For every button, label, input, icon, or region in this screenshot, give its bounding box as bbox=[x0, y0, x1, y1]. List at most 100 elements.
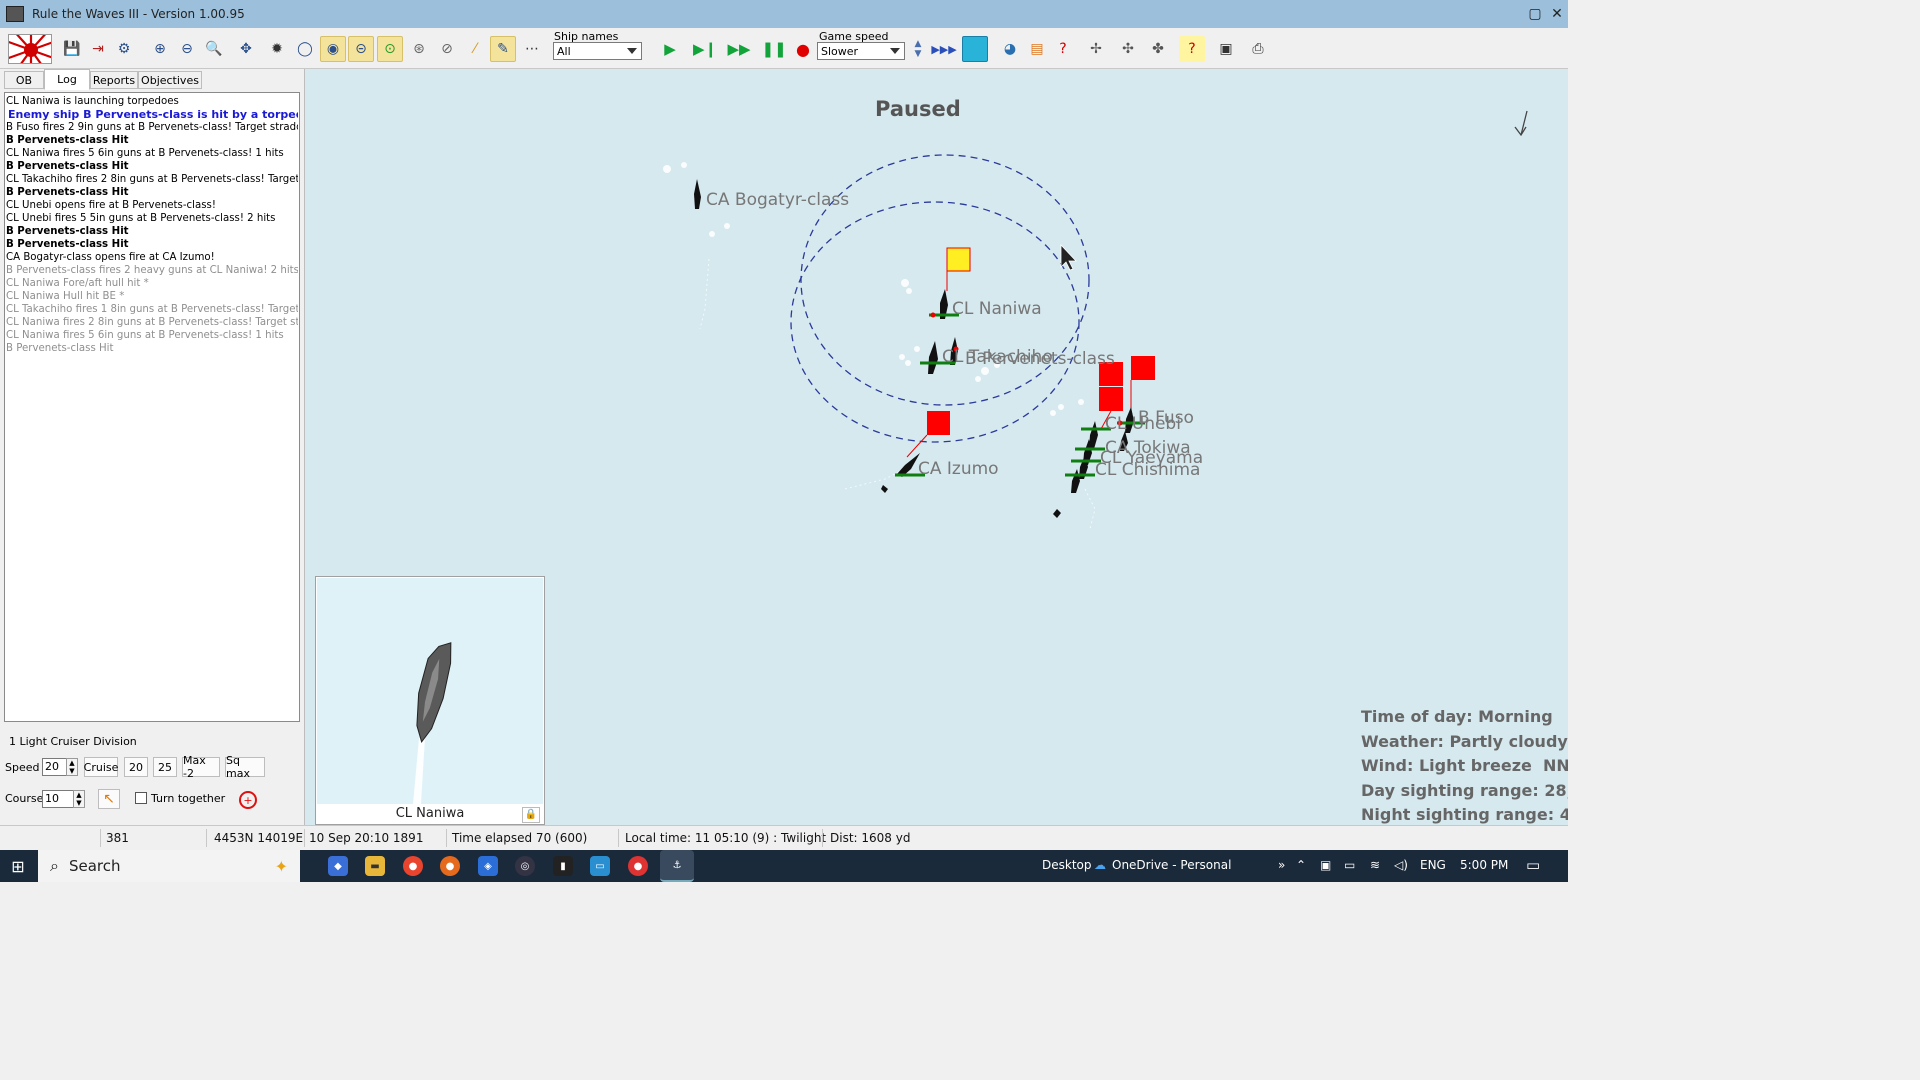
zoom-in-icon[interactable]: ⊕ bbox=[147, 36, 173, 62]
wifi-icon[interactable]: ≋ bbox=[1370, 858, 1380, 872]
turn-together-checkbox[interactable] bbox=[135, 792, 147, 804]
ship-bogatyr[interactable] bbox=[694, 179, 701, 209]
log-entry: CL Unebi fires 5 5in guns at B Pervenets… bbox=[6, 213, 276, 224]
log-entry: B Pervenets-class Hit bbox=[6, 226, 129, 237]
onedrive-icon[interactable]: ☁ bbox=[1094, 858, 1106, 872]
firefox-icon[interactable]: ● bbox=[440, 856, 460, 876]
scatter-icon[interactable]: ✤ bbox=[1145, 36, 1171, 62]
ship-label[interactable]: CL Chishima bbox=[1095, 460, 1200, 480]
play-step-icon[interactable]: ▶❙ bbox=[692, 36, 718, 62]
tab-reports[interactable]: Reports bbox=[90, 71, 138, 89]
ship-label[interactable]: CA Bogatyr-class bbox=[706, 190, 849, 210]
toolbar: 💾 ⇥ ⚙ ⊕ ⊖ 🔍 ✥ ✹ ◯ ◉ ⊝ ⊙ ⊛ ⊘ ⁄ ✎ ⋯ Ship n… bbox=[0, 28, 1568, 69]
file-explorer-icon[interactable]: ▬ bbox=[365, 856, 385, 876]
map-mode-icon[interactable] bbox=[962, 36, 988, 62]
log-entry: B Pervenets-class Hit bbox=[6, 343, 114, 354]
rule-the-waves-taskbar-icon[interactable]: ⚓ bbox=[660, 850, 694, 882]
camera-icon[interactable]: ▣ bbox=[1213, 36, 1239, 62]
tab-log[interactable]: Log bbox=[44, 69, 90, 90]
windows-start-icon[interactable]: ⊞ bbox=[8, 856, 28, 876]
speed-field[interactable]: 20 bbox=[42, 758, 68, 776]
formation-icon[interactable]: ✢ bbox=[1083, 36, 1109, 62]
help-icon[interactable]: ? bbox=[1179, 36, 1205, 62]
line-tool-icon[interactable]: ⁄ bbox=[462, 36, 488, 62]
clock[interactable]: 5:00 PM bbox=[1460, 858, 1508, 872]
torpedo-range-icon[interactable]: ⊝ bbox=[348, 36, 374, 62]
course-field[interactable]: 10 bbox=[42, 790, 74, 808]
course-stepper[interactable]: ▲ ▼ bbox=[73, 790, 85, 808]
steer-arrow-icon[interactable]: ↖ bbox=[98, 789, 120, 809]
status-distance: Dist: 1608 yd bbox=[830, 831, 911, 845]
terminal-icon[interactable]: ▮ bbox=[553, 856, 573, 876]
battery-icon[interactable]: ▭ bbox=[1344, 858, 1355, 872]
fast-forward-icon[interactable]: ▶▶ bbox=[726, 36, 752, 62]
pause-icon[interactable]: ❚❚ bbox=[761, 36, 787, 62]
fastest-icon[interactable]: ▶▶▶ bbox=[931, 36, 957, 62]
exit-icon[interactable]: ⇥ bbox=[85, 36, 111, 62]
track-icon[interactable]: ✎ bbox=[490, 36, 516, 62]
ship-names-select[interactable]: All bbox=[553, 42, 642, 60]
chrome-alt-icon[interactable]: ● bbox=[628, 856, 648, 876]
aim-icon[interactable]: ⊛ bbox=[406, 36, 432, 62]
ship-label[interactable]: CL Unebi bbox=[1105, 414, 1181, 434]
mine-icon[interactable]: ✹ bbox=[264, 36, 290, 62]
speed-stepper[interactable]: ▲ ▼ bbox=[66, 758, 78, 776]
range-circle-icon[interactable]: ◯ bbox=[292, 36, 318, 62]
cruise-button[interactable]: Cruise bbox=[84, 757, 118, 777]
dotted-line-icon[interactable]: ⋯ bbox=[519, 36, 545, 62]
onedrive-label[interactable]: OneDrive - Personal bbox=[1112, 858, 1231, 872]
ship-label[interactable]: CL Naniwa bbox=[952, 299, 1042, 319]
globe-icon[interactable]: ◕ bbox=[997, 36, 1023, 62]
game-speed-select[interactable]: Slower bbox=[817, 42, 905, 60]
copilot-icon[interactable]: ◆ bbox=[328, 856, 348, 876]
visibility-range-icon[interactable]: ⊙ bbox=[377, 36, 403, 62]
speed-25-button[interactable]: 25 bbox=[153, 757, 177, 777]
max-minus-2-button[interactable]: Max -2 bbox=[182, 754, 220, 780]
save-icon[interactable]: 💾 bbox=[59, 36, 85, 62]
nation-flag-icon[interactable] bbox=[8, 34, 52, 64]
maximize-icon[interactable]: ▢ bbox=[1524, 0, 1546, 28]
desktop-label[interactable]: Desktop bbox=[1042, 858, 1092, 872]
combat-log[interactable]: CL Naniwa is launching torpedoes Enemy sh… bbox=[4, 92, 300, 722]
overflow-chevron-icon[interactable]: » bbox=[1278, 858, 1285, 872]
taskbar-search[interactable]: ⌕ Search ✦ bbox=[38, 850, 300, 882]
enemy-flag-marker bbox=[927, 411, 950, 435]
sq-max-button[interactable]: Sq max bbox=[225, 754, 265, 780]
speed-20-button[interactable]: 20 bbox=[124, 757, 148, 777]
reports-icon[interactable]: ▤ bbox=[1024, 36, 1050, 62]
formation-settings-icon[interactable]: ✣ bbox=[1115, 36, 1141, 62]
target-icon[interactable]: + bbox=[239, 791, 257, 809]
app-icon-circle[interactable]: ◎ bbox=[515, 856, 535, 876]
center-view-icon[interactable]: ✥ bbox=[233, 36, 259, 62]
dropbox-icon[interactable]: ◈ bbox=[478, 856, 498, 876]
app-icon-window[interactable]: ▭ bbox=[590, 856, 610, 876]
notifications-icon[interactable]: ▭ bbox=[1526, 856, 1540, 874]
ship-label[interactable]: B Pervenets-class bbox=[965, 349, 1115, 369]
zoom-out-icon[interactable]: ⊖ bbox=[174, 36, 200, 62]
wind-arrow-icon bbox=[1514, 110, 1528, 137]
zoom-fit-icon[interactable]: 🔍 bbox=[201, 36, 227, 62]
status-local-time: Local time: 11 05:10 (9) : Twilight bbox=[625, 831, 827, 845]
compass-icon[interactable]: ⊘ bbox=[434, 36, 460, 62]
settings-gear-icon[interactable]: ⚙ bbox=[111, 36, 137, 62]
help-ship-icon[interactable]: ? bbox=[1050, 36, 1076, 62]
gun-range-icon[interactable]: ◉ bbox=[320, 36, 346, 62]
tab-ob[interactable]: OB bbox=[4, 71, 44, 89]
tab-objectives[interactable]: Objectives bbox=[138, 71, 202, 89]
ship-label[interactable]: CA Izumo bbox=[918, 459, 999, 479]
ship-izumo[interactable] bbox=[881, 411, 950, 493]
play-icon[interactable]: ▶ bbox=[657, 36, 683, 62]
close-icon[interactable]: ✕ bbox=[1546, 0, 1568, 28]
weather: Weather: Partly cloudy bbox=[1361, 731, 1568, 751]
night-sighting-range: Night sighting range: 4,000 bbox=[1361, 805, 1568, 824]
chrome-icon[interactable]: ● bbox=[403, 856, 423, 876]
speed-spinner[interactable]: ▲ ▼ bbox=[908, 34, 928, 64]
device-icon[interactable]: ▣ bbox=[1320, 858, 1331, 872]
enemy-group[interactable] bbox=[1053, 356, 1155, 518]
tray-up-icon[interactable]: ⌃ bbox=[1296, 858, 1306, 872]
volume-icon[interactable]: ◁) bbox=[1394, 858, 1408, 872]
language-indicator[interactable]: ENG bbox=[1420, 858, 1446, 872]
record-icon[interactable]: ● bbox=[790, 36, 816, 62]
print-icon[interactable]: ⎙ bbox=[1245, 36, 1271, 62]
lock-icon[interactable]: 🔒 bbox=[522, 807, 540, 823]
